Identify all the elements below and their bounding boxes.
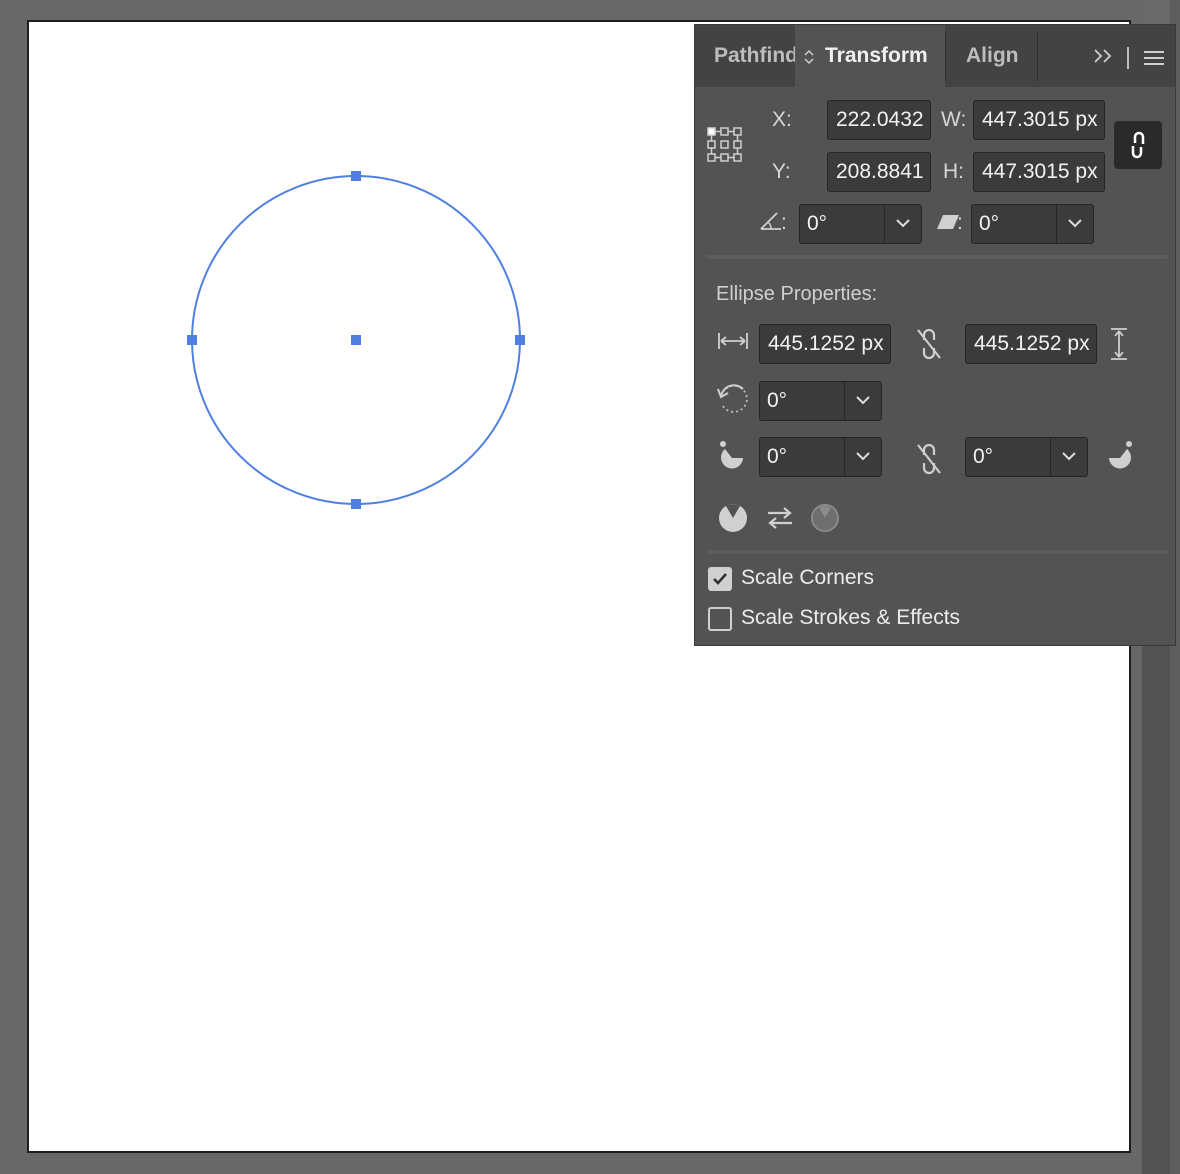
tab-align-label: Align [966, 44, 1019, 67]
pie-end-icon [1109, 441, 1132, 469]
anchor-bottom[interactable] [351, 499, 361, 509]
shear-dropdown[interactable]: 0° [971, 204, 1094, 244]
pie-start-dropdown[interactable]: 0° [759, 437, 882, 477]
w-field[interactable]: 447.3015 px [973, 100, 1105, 140]
ellipse-rotate-icon [717, 384, 748, 413]
scale-corners-label[interactable]: Scale Corners [741, 566, 874, 590]
width-arrows-icon [718, 333, 748, 349]
scale-strokes-checkbox[interactable] [708, 607, 732, 631]
y-field[interactable]: 208.8841 px [827, 152, 931, 192]
x-field[interactable]: 222.0432 px [827, 100, 931, 140]
canvas-selection [187, 171, 525, 509]
ellipse-rotate-dropdown-arrow[interactable] [844, 382, 881, 420]
tab-pathfinder-label: Pathfinder [714, 44, 795, 67]
ellipse-rotate-dropdown[interactable]: 0° [759, 381, 882, 421]
tab-separator [945, 31, 946, 81]
shear-dropdown-arrow[interactable] [1056, 205, 1093, 243]
pie-end-value: 0° [973, 445, 994, 468]
chevron-down-icon [856, 396, 870, 405]
chevron-down-icon [1062, 452, 1076, 461]
tab-transform-label: Transform [825, 44, 928, 67]
pie-start-value: 0° [767, 445, 788, 468]
chevron-down-icon [896, 219, 910, 228]
anchor-left[interactable] [187, 335, 197, 345]
chevron-down-icon [1068, 219, 1082, 228]
pie-invert-icon[interactable] [718, 503, 748, 533]
rotate-dropdown-arrow[interactable] [884, 205, 921, 243]
updown-icon [804, 49, 814, 65]
pie-start-icon [720, 441, 743, 469]
pie-end-dropdown[interactable]: 0° [965, 437, 1088, 477]
center-point[interactable] [351, 335, 361, 345]
broken-link-icon[interactable] [913, 326, 945, 362]
chevron-down-icon [856, 452, 870, 461]
menu-separator [1127, 47, 1129, 69]
transform-panel: Pathfinder Transform Align [694, 24, 1176, 646]
anchor-top[interactable] [351, 171, 361, 181]
pie-start-dropdown-arrow[interactable] [844, 438, 881, 476]
shear-value: 0° [979, 212, 1000, 235]
panel-tab-bar: Pathfinder Transform Align [695, 25, 1175, 87]
tab-separator [1037, 31, 1038, 81]
h-field[interactable]: 447.3015 px [973, 152, 1105, 192]
tab-pathfinder[interactable]: Pathfinder [695, 25, 795, 87]
section-divider [707, 255, 1167, 259]
constrain-link-icon [1131, 131, 1145, 159]
pie-toggle-icon[interactable] [810, 503, 840, 533]
rotate-dropdown[interactable]: 0° [799, 204, 922, 244]
constrain-proportions-button[interactable] [1114, 121, 1162, 169]
scale-strokes-label[interactable]: Scale Strokes & Effects [741, 606, 960, 630]
swap-icon[interactable] [766, 505, 794, 531]
anchor-right[interactable] [515, 335, 525, 345]
overflow-chevrons-icon[interactable] [1093, 47, 1115, 65]
section-divider [707, 550, 1167, 554]
reference-point-icon[interactable] [705, 125, 745, 165]
rotate-value: 0° [807, 212, 828, 235]
ellipse-height-field[interactable]: 445.1252 px [965, 324, 1097, 364]
y-label: Y: [772, 160, 791, 183]
ellipse-width-field[interactable]: 445.1252 px [759, 324, 891, 364]
rotate-colon: : [781, 211, 787, 234]
x-label: X: [772, 108, 792, 131]
checkmark-icon [713, 573, 727, 585]
scale-corners-checkbox[interactable] [708, 567, 732, 591]
w-label: W: [941, 108, 967, 131]
broken-link-icon[interactable] [913, 441, 945, 477]
ellipse-properties-heading: Ellipse Properties: [716, 283, 878, 305]
shear-colon: : [957, 211, 963, 234]
panel-menu-icon[interactable] [1143, 49, 1165, 67]
h-label: H: [943, 160, 964, 183]
pie-end-dropdown-arrow[interactable] [1050, 438, 1087, 476]
tab-align[interactable]: Align [949, 25, 1037, 87]
ellipse-rotate-value: 0° [767, 389, 788, 412]
tab-transform[interactable]: Transform [795, 25, 945, 87]
height-arrows-icon [1111, 328, 1127, 360]
